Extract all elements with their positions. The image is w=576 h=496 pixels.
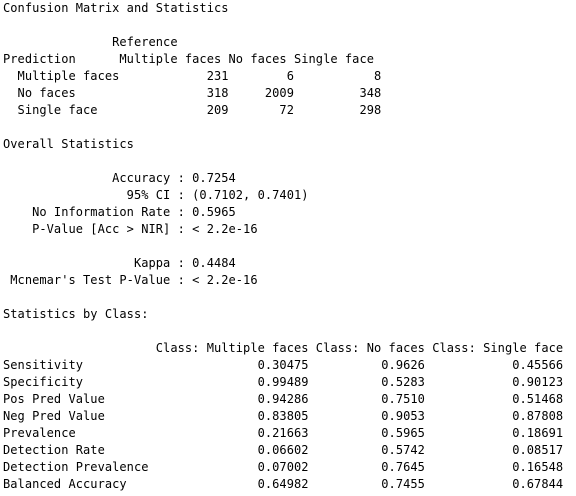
console-line: Pos Pred Value 0.94286 0.7510 0.51468 [3, 392, 564, 406]
console-line: P-Value [Acc > NIR] : < 2.2e-16 [3, 222, 258, 236]
console-line: Overall Statistics [3, 137, 134, 151]
console-line: Single face 209 72 298 [3, 103, 382, 117]
console-line: Mcnemar's Test P-Value : < 2.2e-16 [3, 273, 258, 287]
console-line: Detection Prevalence 0.07002 0.7645 0.16… [3, 460, 564, 474]
console-line: Specificity 0.99489 0.5283 0.90123 [3, 375, 564, 389]
console-line: No Information Rate : 0.5965 [3, 205, 236, 219]
console-line: Confusion Matrix and Statistics [3, 1, 229, 15]
console-line: Reference [3, 35, 178, 49]
console-line: Statistics by Class: [3, 307, 149, 321]
console-line: Neg Pred Value 0.83805 0.9053 0.87808 [3, 409, 564, 423]
console-line: No faces 318 2009 348 [3, 86, 382, 100]
console-line: Accuracy : 0.7254 [3, 171, 236, 185]
console-line: Multiple faces 231 6 8 [3, 69, 382, 83]
console-line: Prediction Multiple faces No faces Singl… [3, 52, 375, 66]
console-line: Detection Rate 0.06602 0.5742 0.08517 [3, 443, 564, 457]
console-line: 95% CI : (0.7102, 0.7401) [3, 188, 309, 202]
console-output: Confusion Matrix and Statistics Referenc… [3, 0, 563, 493]
console-line: Prevalence 0.21663 0.5965 0.18691 [3, 426, 564, 440]
console-line: Class: Multiple faces Class: No faces Cl… [3, 341, 564, 355]
console-line: Balanced Accuracy 0.64982 0.7455 0.67844 [3, 477, 564, 491]
console-line: Sensitivity 0.30475 0.9626 0.45566 [3, 358, 564, 372]
console-line: Kappa : 0.4484 [3, 256, 236, 270]
